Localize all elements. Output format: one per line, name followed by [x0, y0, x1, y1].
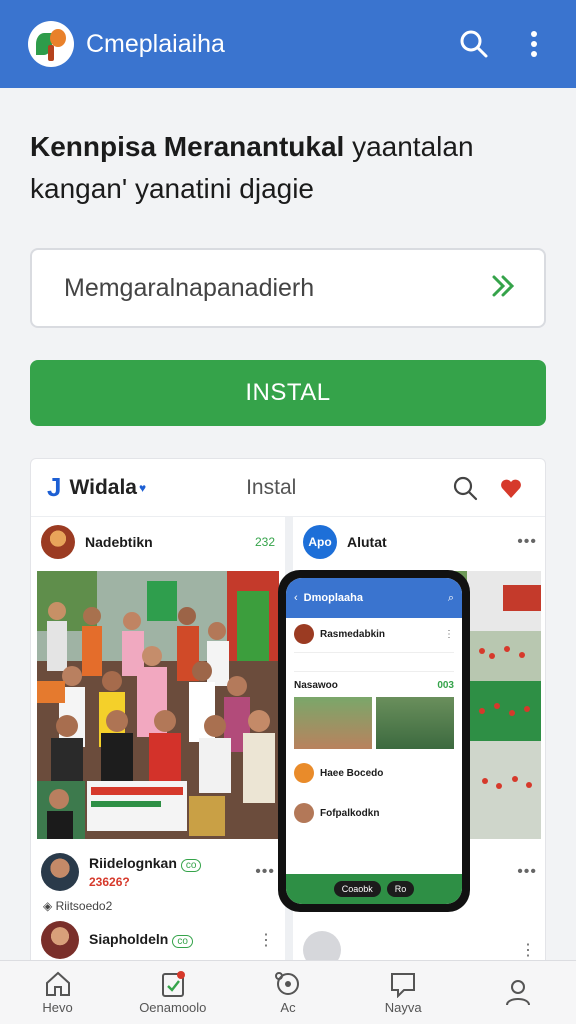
phone-photos[interactable] — [286, 697, 462, 749]
nav-label: Nayva — [384, 1000, 422, 1015]
phone-row[interactable]: Nasawoo 003 — [286, 674, 462, 697]
phone-bottom-bar: Coaobk Ro — [286, 874, 462, 904]
tag-icon: ◈ — [43, 899, 53, 913]
phone-screen: ‹ Dmoplaaha ⌕ Rasmedabkin ⋮ Nasawoo 003 … — [286, 578, 462, 904]
comment-author[interactable]: Siapholdeln — [89, 931, 168, 947]
avatar[interactable] — [41, 853, 79, 891]
explore-icon — [275, 972, 299, 995]
headline-line2: kangan' yanatini djagie — [30, 173, 315, 204]
clipboard-icon — [161, 971, 185, 997]
group-photo[interactable] — [37, 571, 279, 839]
post-author[interactable]: Nadebtikn — [85, 534, 255, 550]
headline-rest: yaantalan — [352, 131, 474, 162]
more-vert-icon[interactable]: ⋮ — [258, 930, 275, 950]
chat-icon — [391, 973, 416, 998]
tab-instal[interactable]: Instal — [246, 476, 437, 500]
nav-label: Oenamoolo — [139, 1000, 207, 1015]
logo-icon — [28, 21, 74, 67]
app-title: Cmeplaiaiha — [86, 29, 225, 58]
phone-title: Dmoplaaha — [303, 592, 363, 604]
nav-notifications[interactable]: Oenamoolo — [115, 961, 230, 1024]
headline-bold: Kennpisa Meranantukal — [30, 131, 345, 162]
more-horiz-icon[interactable]: ••• — [517, 863, 537, 881]
post-header: Apo Alutat ••• — [293, 517, 545, 567]
install-button[interactable]: INSTAL — [30, 360, 546, 426]
card-header: J Widala ♥ Instal — [31, 459, 545, 517]
phone-app-bar: ‹ Dmoplaaha ⌕ — [286, 578, 462, 618]
phone-row[interactable]: Rasmedabkin ⋮ — [286, 618, 462, 650]
phone-row-label: Haee Bocedo — [320, 767, 384, 779]
badge-icon: co — [172, 935, 193, 948]
phone-row-label: Fofpalkodkn — [320, 807, 380, 819]
app-bar: Cmeplaiaiha — [0, 0, 576, 88]
more-horiz-icon[interactable]: ••• — [255, 863, 275, 881]
avatar — [294, 763, 314, 783]
phone-pill[interactable]: Coaobk — [333, 881, 381, 897]
brand-name: Widala — [69, 475, 137, 499]
post-header: Nadebtikn 232 — [31, 517, 285, 567]
phone-row-label: Nasawoo — [294, 680, 338, 691]
nav-profile[interactable] — [461, 961, 576, 1024]
nav-label: Ac — [280, 1000, 296, 1015]
avatar[interactable] — [41, 921, 79, 959]
phone-row[interactable]: Haee Bocedo — [286, 757, 462, 789]
home-icon — [45, 971, 70, 996]
comment-sub: 23626? — [89, 875, 130, 889]
search-icon[interactable] — [452, 22, 496, 66]
search-input[interactable]: Memgaralnapanadierh — [30, 248, 546, 328]
nav-home[interactable]: Hevo — [0, 961, 115, 1024]
brand-heart-icon: ♥ — [138, 480, 147, 495]
bottom-nav: Hevo Oenamoolo Ac Nayva — [0, 960, 576, 1024]
phone-row-meta: 003 — [437, 680, 454, 691]
back-icon[interactable]: ‹ — [294, 592, 298, 604]
more-vert-icon[interactable]: ⋮ — [520, 940, 537, 960]
badge-icon: co — [180, 859, 202, 872]
avatar — [294, 624, 314, 644]
more-vert-icon[interactable] — [512, 22, 556, 66]
more-vert-icon[interactable]: ⋮ — [444, 629, 454, 640]
chevron-double-right-icon[interactable] — [490, 273, 516, 304]
avatar[interactable] — [41, 525, 75, 559]
post-meta: 232 — [254, 535, 275, 549]
reply-row[interactable]: ◈ Riitsoedo2 — [31, 891, 285, 921]
heart-icon[interactable] — [493, 470, 529, 506]
comment-row: Siapholdeln co ⋮ — [31, 921, 285, 959]
card-search-icon[interactable] — [447, 470, 483, 506]
comment-author[interactable]: Riidelognkan — [89, 855, 177, 871]
phone-pill[interactable]: Ro — [386, 881, 415, 897]
more-horiz-icon[interactable]: ••• — [517, 533, 537, 551]
profile-icon — [506, 979, 531, 1005]
comment-row: Riidelognkan co 23626? ••• — [31, 853, 285, 891]
left-post: Nadebtikn 232 Riidelognkan co 23626? •••… — [31, 517, 285, 977]
avatar[interactable]: Apo — [303, 525, 337, 559]
brand-mark-icon: J — [47, 472, 62, 502]
post-author[interactable]: Alutat — [347, 534, 517, 550]
nav-label: Hevo — [42, 1000, 73, 1015]
phone-row-label: Rasmedabkin — [320, 628, 386, 640]
nav-explore[interactable]: Ac — [230, 961, 345, 1024]
phone-row[interactable]: Fofpalkodkn — [286, 797, 462, 829]
page-headline: Kennpisa Meranantukal yaantalan kangan' … — [30, 126, 550, 210]
search-input-value: Memgaralnapanadierh — [64, 273, 315, 302]
reply-label: Riitsoedo2 — [55, 899, 113, 913]
nav-chat[interactable]: Nayva — [346, 961, 461, 1024]
avatar — [294, 803, 314, 823]
phone-search-icon[interactable]: ⌕ — [448, 592, 454, 605]
phone-mockup: ‹ Dmoplaaha ⌕ Rasmedabkin ⋮ Nasawoo 003 … — [278, 570, 470, 912]
